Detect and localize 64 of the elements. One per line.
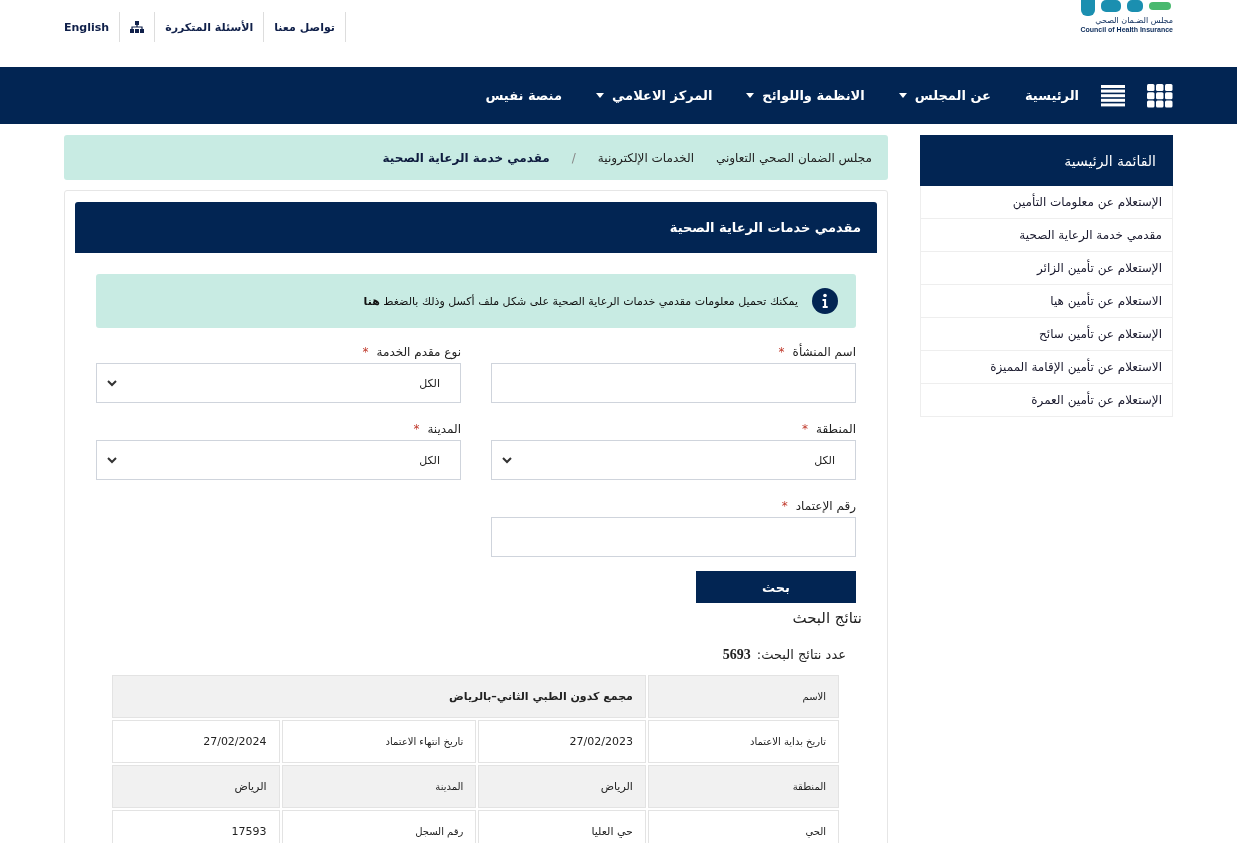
panel-title: مقدمي خدمات الرعاية الصحية bbox=[75, 202, 877, 253]
table-cell: 27/02/2023 bbox=[478, 720, 646, 763]
table-cell: الاسم bbox=[647, 675, 839, 718]
nav-item[interactable]: منصة نفيس bbox=[485, 88, 562, 103]
notice-text: يمكنك تحميل معلومات مقدمي خدمات الرعاية الصحية على شكل ملف أكسل وذلك بالضغط هنا bbox=[363, 294, 798, 308]
sidebar-item[interactable]: مقدمي خدمة الرعاية الصحية bbox=[920, 219, 1173, 252]
info-icon bbox=[812, 288, 838, 314]
nav-item[interactable]: عن المجلس bbox=[898, 88, 991, 103]
table-cell: الحي bbox=[647, 810, 839, 843]
search-button[interactable]: بحث bbox=[696, 571, 856, 603]
logo-subtitle: مجلس الضـمان الصحي bbox=[1095, 17, 1173, 25]
sidebar-item[interactable]: الاستعلام عن تأمين الإقامة المميزة bbox=[920, 351, 1173, 384]
required-mark: * bbox=[781, 499, 788, 513]
required-mark: * bbox=[778, 345, 785, 359]
results-title: نتائج البحث bbox=[792, 609, 862, 627]
breadcrumb-item[interactable]: الخدمات الإلكترونية bbox=[597, 150, 694, 165]
table-cell: مجمع كدون الطبي الثاني–بالرياض bbox=[112, 675, 646, 718]
table-cell: تاريخ بداية الاعتماد bbox=[647, 720, 839, 763]
nav-item[interactable]: المركز الاعلامي bbox=[595, 88, 713, 103]
sidebar-item[interactable]: الإستعلام عن تأمين سائح bbox=[920, 318, 1173, 351]
breadcrumb-separator: / bbox=[571, 150, 576, 165]
sidebar-item[interactable]: الاستعلام عن تأمين هيا bbox=[920, 285, 1173, 318]
table-cell: الرياض bbox=[112, 765, 280, 808]
menu-icon[interactable] bbox=[1101, 84, 1125, 107]
header-link[interactable]: English bbox=[64, 12, 120, 42]
required-mark: * bbox=[802, 422, 809, 436]
nav-item[interactable]: الرئيسية bbox=[1024, 88, 1079, 103]
field-label: المدينة * bbox=[412, 422, 461, 436]
table-cell: تاريخ انتهاء الاعتماد bbox=[281, 720, 477, 763]
select-field[interactable]: الكل bbox=[96, 363, 461, 403]
field-label: نوع مقدم الخدمة * bbox=[361, 345, 461, 359]
breadcrumb-item[interactable]: مجلس الضمان الصحي التعاوني bbox=[715, 150, 872, 165]
sidebar-item[interactable]: الإستعلام عن تأمين الزائر bbox=[920, 252, 1173, 285]
sitemap-icon bbox=[130, 21, 145, 33]
nav-item[interactable]: الانظمة واللوائح bbox=[746, 88, 865, 103]
sidebar-title: القائمة الرئيسية bbox=[920, 135, 1173, 186]
table-cell: الرياض bbox=[478, 765, 646, 808]
input-field[interactable] bbox=[491, 363, 856, 403]
breadcrumb-item[interactable]: مقدمي خدمة الرعاية الصحية bbox=[382, 150, 550, 165]
chevron-down-icon bbox=[502, 456, 512, 464]
results-count: 5693 bbox=[722, 647, 751, 663]
chevron-down-icon bbox=[107, 379, 117, 387]
download-link[interactable]: هنا bbox=[363, 294, 380, 308]
sidebar-item[interactable]: الإستعلام عن معلومات التأمين bbox=[920, 186, 1173, 219]
field-label: المنطقة * bbox=[801, 422, 856, 436]
header-link[interactable]: الأسئلة المتكررة bbox=[154, 12, 264, 42]
select-field[interactable]: الكل bbox=[96, 440, 461, 480]
chevron-down-icon bbox=[107, 456, 117, 464]
table-cell: المدينة bbox=[281, 765, 477, 808]
table-cell: المنطقة bbox=[647, 765, 839, 808]
table-cell: 17593 bbox=[112, 810, 280, 843]
header-link[interactable]: تواصل معنا bbox=[263, 12, 346, 42]
field-label: اسم المنشأة * bbox=[777, 345, 856, 359]
table-cell: 27/02/2024 bbox=[112, 720, 280, 763]
field-label: رقم الإعتماد * bbox=[780, 499, 856, 513]
results-count-label: عدد نتائج البحث: bbox=[756, 647, 846, 662]
table-cell: رقم السجل bbox=[281, 810, 477, 843]
grid-icon[interactable] bbox=[1147, 83, 1173, 108]
sidebar-item[interactable]: الإستعلام عن تأمين العمرة bbox=[920, 384, 1173, 417]
input-field[interactable] bbox=[491, 517, 856, 557]
required-mark: * bbox=[362, 345, 369, 359]
table-cell: حي العليا bbox=[478, 810, 646, 843]
required-mark: * bbox=[413, 422, 420, 436]
select-field[interactable]: الكل bbox=[491, 440, 856, 480]
